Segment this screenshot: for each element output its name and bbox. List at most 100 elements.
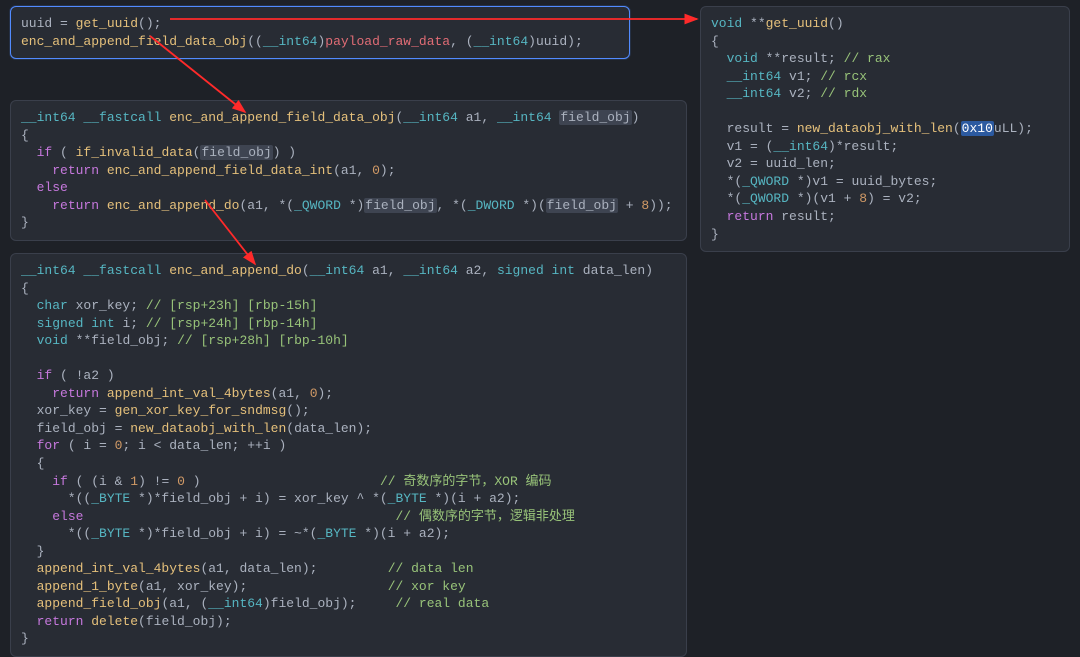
code-token: (a1, *( (239, 198, 294, 213)
code-line: if ( (i & 1) != 0 ) // 奇数序的字节，XOR 编码 (21, 473, 676, 491)
code-token: *) (349, 198, 365, 213)
code-token (99, 163, 107, 178)
code-token: (( (247, 34, 263, 49)
code-line: return result; (711, 208, 1059, 226)
code-token (99, 198, 107, 213)
code-token: ; (161, 333, 177, 348)
code-token (247, 579, 387, 594)
code-token: *)(i + a2); (364, 526, 450, 541)
code-line: return enc_and_append_field_data_int(a1,… (21, 162, 676, 180)
code-line: signed int i; // [rsp+24h] [rbp-14h] (21, 315, 676, 333)
code-token: uuid (21, 16, 60, 31)
code-token (21, 614, 37, 629)
code-token: __int64 (403, 110, 465, 125)
code-panel-4[interactable]: void **get_uuid(){ void **result; // rax… (700, 6, 1070, 252)
code-line: if ( if_invalid_data(field_obj) ) (21, 144, 676, 162)
code-token: = (99, 403, 115, 418)
code-line: } (711, 226, 1059, 244)
code-line: *(_QWORD *)(v1 + 8) = v2; (711, 190, 1059, 208)
code-token: delete (91, 614, 138, 629)
code-line: else (21, 179, 676, 197)
code-token: enc_and_append_field_data_obj (169, 110, 395, 125)
code-token (21, 298, 37, 313)
code-line: { (21, 455, 676, 473)
code-token: (a1, data_len); (200, 561, 317, 576)
code-token (99, 386, 107, 401)
code-token: void (727, 51, 766, 66)
code-token: field_obj (364, 198, 436, 213)
code-token: ); (567, 34, 583, 49)
code-token: return (52, 386, 99, 401)
code-token (201, 474, 380, 489)
code-token: ) ) (273, 145, 296, 160)
code-line: append_field_obj(a1, (__int64)field_obj)… (21, 595, 676, 613)
code-token: ; (805, 69, 821, 84)
code-token: + (618, 198, 641, 213)
code-token (21, 596, 37, 611)
code-token: *)(i + a2); (434, 491, 520, 506)
code-token: )*result; (828, 139, 898, 154)
code-token: __int64 (208, 596, 263, 611)
code-token: (); (138, 16, 161, 31)
code-token (21, 474, 52, 489)
code-token (711, 51, 727, 66)
code-token: ); (380, 163, 396, 178)
code-token: ( (i & (68, 474, 130, 489)
code-token: enc_and_append_field_data_obj (21, 34, 247, 49)
code-token: // xor key (388, 579, 466, 594)
code-token: if_invalid_data (76, 145, 193, 160)
code-line: *((_BYTE *)*field_obj + i) = xor_key ^ *… (21, 490, 676, 508)
code-token: } (711, 227, 719, 242)
code-token: ) (632, 110, 640, 125)
code-line: __int64 __fastcall enc_and_append_field_… (21, 109, 676, 127)
code-line: else // 偶数序的字节，逻辑非处理 (21, 508, 676, 526)
code-token: uuid (536, 34, 567, 49)
code-token (317, 561, 387, 576)
code-token: ; (130, 298, 146, 313)
code-token: )field_obj); (263, 596, 357, 611)
code-token: *)(v1 + (797, 191, 859, 206)
code-token: = (60, 16, 76, 31)
code-token: v1 = ( (711, 139, 773, 154)
code-token: } (21, 631, 29, 646)
code-token: v2 = (711, 156, 766, 171)
code-token (21, 438, 37, 453)
code-token: _QWORD (742, 191, 797, 206)
code-token: (a1, xor_key); (138, 579, 247, 594)
code-token: return (52, 198, 99, 213)
code-line: { (21, 280, 676, 298)
code-token: { (21, 281, 29, 296)
code-token: *)v1 = (797, 174, 852, 189)
code-token: result; (773, 209, 835, 224)
code-line: field_obj = new_dataobj_with_len(data_le… (21, 420, 676, 438)
code-panel-2[interactable]: __int64 __fastcall enc_and_append_field_… (10, 100, 687, 241)
code-token: return (37, 614, 84, 629)
code-token: xor_key (37, 403, 99, 418)
code-panel-3[interactable]: __int64 __fastcall enc_and_append_do(__i… (10, 253, 687, 657)
code-token: append_int_val_4bytes (37, 561, 201, 576)
code-token: enc_and_append_do (169, 263, 302, 278)
code-token: ) (185, 474, 201, 489)
code-token: new_dataobj_with_len (797, 121, 953, 136)
code-token: ) != (138, 474, 177, 489)
code-token: // real data (396, 596, 490, 611)
code-token (83, 509, 395, 524)
code-token: a1 (372, 263, 388, 278)
code-token: __int64 (727, 86, 789, 101)
code-token: uuid_bytes (851, 174, 929, 189)
code-token (21, 403, 37, 418)
code-token: gen_xor_key_for_sndmsg (115, 403, 287, 418)
code-token: // rcx (820, 69, 867, 84)
code-token: { (21, 456, 44, 471)
code-token: // [rsp+23h] [rbp-15h] (146, 298, 318, 313)
code-line: { (21, 127, 676, 145)
code-token: ** (76, 333, 92, 348)
code-token: __int64 (403, 263, 465, 278)
code-token: 0 (310, 386, 318, 401)
code-panel-1[interactable]: uuid = get_uuid();enc_and_append_field_d… (10, 6, 630, 59)
code-token: __int64 (310, 263, 372, 278)
code-token: , (481, 263, 497, 278)
code-token: else (52, 509, 83, 524)
code-token: // [rsp+24h] [rbp-14h] (146, 316, 318, 331)
code-line: return append_int_val_4bytes(a1, 0); (21, 385, 676, 403)
